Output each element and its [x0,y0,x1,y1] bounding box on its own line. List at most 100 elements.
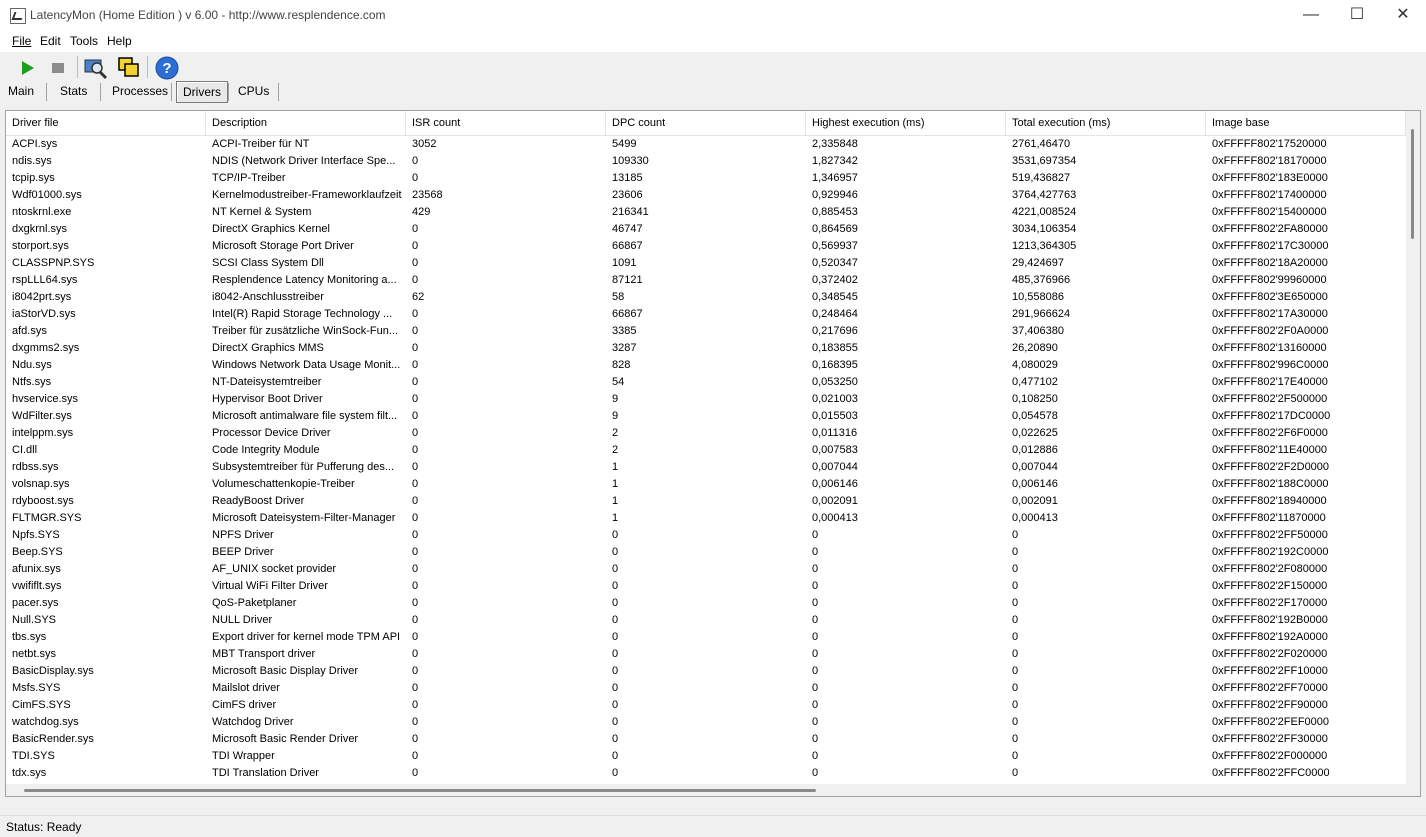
table-row[interactable]: rspLLL64.sys Resplendence Latency Monitor… [6,272,1406,289]
cell-image-base: 0xFFFFF802'17520000 [1212,138,1327,150]
table-row[interactable]: intelppm.sys Processor Device Driver 0 2 0,0… [6,425,1406,442]
cell-description: MBT Transport driver [212,648,316,660]
table-row[interactable]: Null.SYS NULL Driver 0 0 0 0 0xFFFFF802'192B00… [6,612,1406,629]
cell-image-base: 0xFFFFF802'11870000 [1212,512,1326,524]
help-icon[interactable]: ? [154,55,180,81]
table-row[interactable]: rdyboost.sys ReadyBoost Driver 0 1 0,002091 0… [6,493,1406,510]
table-row[interactable]: volsnap.sys Volumeschattenkopie-Treiber 0 1… [6,476,1406,493]
cell-total-execution: 0 [1012,563,1019,575]
table-row[interactable]: dxgkrnl.sys DirectX Graphics Kernel 0 46747… [6,221,1406,238]
column-header-total-execution[interactable]: Total execution (ms) [1006,111,1206,135]
cell-highest-execution: 0,885453 [812,206,858,218]
horizontal-scrollbar[interactable] [6,784,1406,796]
table-row[interactable]: CLASSPNP.SYS SCSI Class System Dll 0 1091 0,… [6,255,1406,272]
window-icon[interactable] [116,55,142,81]
latencymon-app-icon [10,8,26,24]
table-row[interactable]: iaStorVD.sys Intel(R) Rapid Storage Techn… [6,306,1406,323]
table-row[interactable]: dxgmms2.sys DirectX Graphics MMS 0 3287 0,18… [6,340,1406,357]
cell-isr-count: 0 [412,495,419,507]
drivers-list[interactable]: Driver file Description ISR count DPC count… [5,110,1421,797]
table-row[interactable]: storport.sys Microsoft Storage Port Drive… [6,238,1406,255]
table-row[interactable]: tcpip.sys TCP/IP-Treiber 0 13185 1,346957 519… [6,170,1406,187]
table-row[interactable]: afd.sys Treiber für zusätzliche WinSock-F… [6,323,1406,340]
minimize-button[interactable]: — [1288,0,1334,32]
table-row[interactable]: Beep.SYS BEEP Driver 0 0 0 0 0xFFFFF802'192C00… [6,544,1406,561]
menu-edit[interactable]: Edit [40,34,61,48]
cell-driver-file: Msfs.SYS [12,682,61,694]
cell-isr-count: 0 [412,155,419,167]
toolbar-separator [147,56,148,78]
table-row[interactable]: BasicDisplay.sys Microsoft Basic Display … [6,663,1406,680]
cell-description: ACPI-Treiber für NT [212,138,310,150]
cell-dpc-count: 0 [612,716,619,728]
play-icon[interactable] [14,55,40,81]
table-row[interactable]: netbt.sys MBT Transport driver 0 0 0 0 0xFFFFF… [6,646,1406,663]
table-row[interactable]: Ntfs.sys NT-Dateisystemtreiber 0 54 0,053250… [6,374,1406,391]
table-row[interactable]: FLTMGR.SYS Microsoft Dateisystem-Filter-M… [6,510,1406,527]
menu-tools[interactable]: Tools [70,34,98,48]
cell-image-base: 0xFFFFF802'11E40000 [1212,444,1328,456]
table-row[interactable]: afunix.sys AF_UNIX socket provider 0 0 0 0 0xF… [6,561,1406,578]
table-row[interactable]: WdFilter.sys Microsoft antimalware file s… [6,408,1406,425]
tab-processes[interactable]: Processes [106,81,174,101]
table-row[interactable]: Npfs.SYS NPFS Driver 0 0 0 0 0xFFFFF802'2FF500… [6,527,1406,544]
vertical-scrollbar[interactable] [1406,111,1420,796]
cell-description: BEEP Driver [212,546,274,558]
table-row[interactable]: pacer.sys QoS-Paketplaner 0 0 0 0 0xFFFFF802'2… [6,595,1406,612]
cell-highest-execution: 0,007583 [812,444,858,456]
cell-total-execution: 0 [1012,631,1019,643]
tab-drivers[interactable]: Drivers [176,81,228,103]
cell-dpc-count: 1 [612,478,619,490]
maximize-button[interactable]: ☐ [1334,0,1380,32]
system-search-icon[interactable] [83,55,109,81]
close-button[interactable]: ✕ [1380,0,1426,32]
table-row[interactable]: ntoskrnl.exe NT Kernel & System 429 216341 0… [6,204,1406,221]
menu-help[interactable]: Help [107,34,132,48]
table-row[interactable]: tbs.sys Export driver for kernel mode TPM… [6,629,1406,646]
table-row[interactable]: watchdog.sys Watchdog Driver 0 0 0 0 0xFFFFF80… [6,714,1406,731]
cell-description: SCSI Class System Dll [212,257,324,269]
cell-isr-count: 0 [412,240,419,252]
cell-total-execution: 0,022625 [1012,427,1058,439]
tab-cpus[interactable]: CPUs [232,81,275,101]
table-row[interactable]: Msfs.SYS Mailslot driver 0 0 0 0 0xFFFFF802'2F… [6,680,1406,697]
column-header-driver-file[interactable]: Driver file [6,111,206,135]
cell-image-base: 0xFFFFF802'2F2D0000 [1212,461,1330,473]
table-row[interactable]: CimFS.SYS CimFS driver 0 0 0 0 0xFFFFF802'2FF9… [6,697,1406,714]
table-row[interactable]: CI.dll Code Integrity Module 0 2 0,007583 0,0… [6,442,1406,459]
table-row[interactable]: ACPI.sys ACPI-Treiber für NT 3052 5499 2,335… [6,136,1406,153]
cell-driver-file: afd.sys [12,325,47,337]
table-row[interactable]: Wdf01000.sys Kernelmodustreiber-Framework… [6,187,1406,204]
cell-image-base: 0xFFFFF802'2F080000 [1212,563,1328,575]
column-header-dpc-count[interactable]: DPC count [606,111,806,135]
tab-main[interactable]: Main [2,81,40,101]
table-row[interactable]: hvservice.sys Hypervisor Boot Driver 0 9 0,0… [6,391,1406,408]
table-row[interactable]: TDI.SYS TDI Wrapper 0 0 0 0 0xFFFFF802'2F00000… [6,748,1406,765]
column-header-description[interactable]: Description [206,111,406,135]
cell-image-base: 0xFFFFF802'99960000 [1212,274,1327,286]
table-row[interactable]: tdx.sys TDI Translation Driver 0 0 0 0 0xFFFFF… [6,765,1406,782]
table-row[interactable]: BasicRender.sys Microsoft Basic Render Dr… [6,731,1406,748]
table-row[interactable]: vwififlt.sys Virtual WiFi Filter Driver 0 0… [6,578,1406,595]
table-row[interactable]: i8042prt.sys i8042-Anschlusstreiber 62 58 0,… [6,289,1406,306]
cell-description: TDI Wrapper [212,750,275,762]
cell-description: ReadyBoost Driver [212,495,305,507]
column-header-isr-count[interactable]: ISR count [406,111,606,135]
cell-highest-execution: 0,011316 [812,427,858,439]
table-row[interactable]: Ndu.sys Windows Network Data Usage Monit.… [6,357,1406,374]
vertical-scroll-thumb[interactable] [1411,129,1414,239]
table-row[interactable]: rdbss.sys Subsystemtreiber für Pufferung … [6,459,1406,476]
cell-dpc-count: 828 [612,359,631,371]
cell-isr-count: 0 [412,308,419,320]
cell-driver-file: tbs.sys [12,631,47,643]
stop-icon[interactable] [45,55,71,81]
cell-dpc-count: 54 [612,376,625,388]
menu-file[interactable]: File [12,34,31,48]
column-header-highest-execution[interactable]: Highest execution (ms) [806,111,1006,135]
table-row[interactable]: ndis.sys NDIS (Network Driver Interface S… [6,153,1406,170]
cell-highest-execution: 0 [812,546,819,558]
column-header-image-base[interactable]: Image base [1206,111,1406,135]
cell-total-execution: 0,000413 [1012,512,1058,524]
horizontal-scroll-thumb[interactable] [24,789,816,792]
tab-stats[interactable]: Stats [54,81,93,101]
